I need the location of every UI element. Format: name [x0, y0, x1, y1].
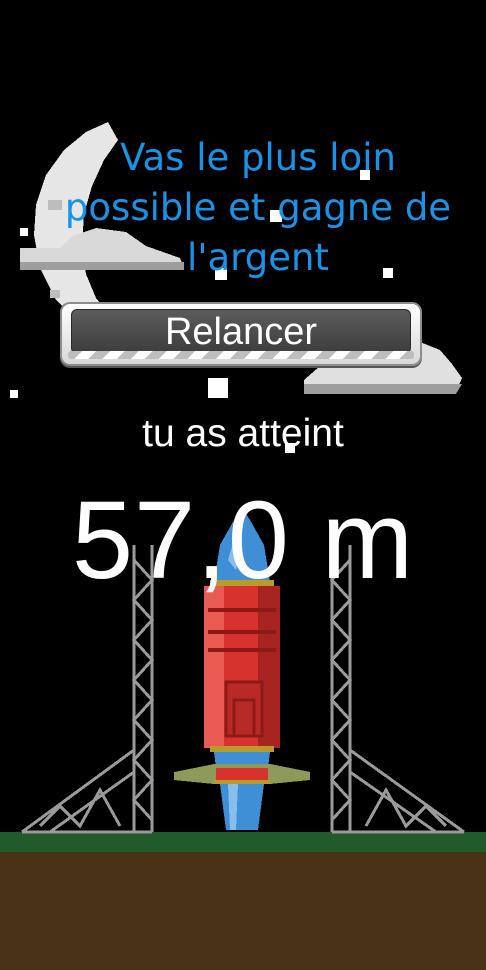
- button-stripes: [68, 351, 414, 359]
- star: [20, 228, 28, 236]
- objective-line: Vas le plus loin: [120, 136, 396, 179]
- distance-value: 57,0 m: [71, 479, 415, 602]
- reached-label: tu as atteint: [142, 412, 344, 455]
- restart-button[interactable]: Relancer: [71, 309, 411, 354]
- rocket-engine: [220, 784, 264, 830]
- star: [208, 378, 228, 398]
- restart-button-frame[interactable]: Relancer: [60, 302, 422, 366]
- star: [10, 390, 18, 398]
- objective-line: l'argent: [187, 236, 329, 279]
- objective-text: Vas le plus loin possible et gagne de l'…: [40, 133, 476, 283]
- soil: [0, 852, 486, 970]
- grass: [0, 832, 486, 852]
- objective-line: possible et gagne de: [64, 186, 452, 229]
